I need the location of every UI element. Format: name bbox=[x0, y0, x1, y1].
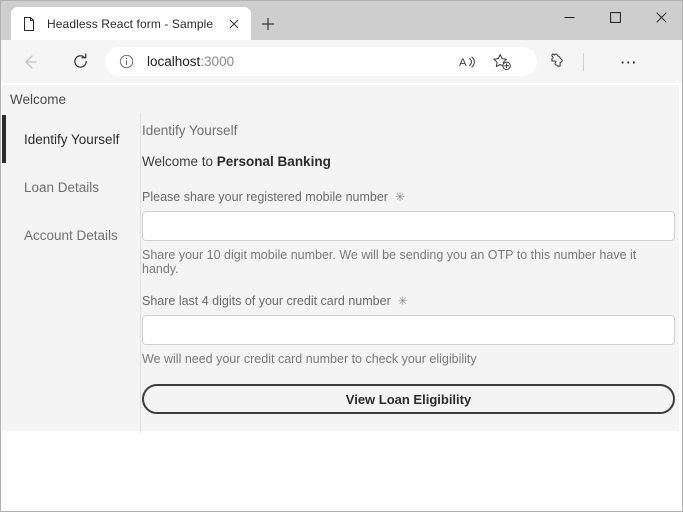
tab-title: Headless React form - Sample bbox=[47, 16, 214, 31]
maximize-button[interactable] bbox=[592, 1, 638, 34]
welcome-heading: Welcome to Personal Banking bbox=[142, 154, 675, 169]
svg-text:A: A bbox=[459, 57, 467, 69]
credit-card-label-text: Share last 4 digits of your credit card … bbox=[142, 294, 391, 308]
address-bar-actions: A bbox=[453, 48, 521, 76]
back-button[interactable] bbox=[13, 45, 47, 79]
view-loan-eligibility-button[interactable]: View Loan Eligibility bbox=[142, 384, 675, 414]
page-viewport: Welcome Identify Yourself Loan Details A… bbox=[2, 83, 682, 511]
sidebar-item-label: Loan Details bbox=[24, 179, 100, 195]
refresh-icon bbox=[73, 53, 87, 68]
credit-card-input[interactable] bbox=[142, 315, 675, 345]
tab-strip: Headless React form - Sample bbox=[1, 1, 682, 40]
new-tab-button[interactable] bbox=[255, 11, 281, 37]
step-sidebar: Identify Yourself Loan Details Account D… bbox=[2, 115, 140, 259]
mobile-number-label-text: Please share your registered mobile numb… bbox=[142, 190, 388, 204]
step-heading: Identify Yourself bbox=[142, 123, 238, 138]
page-title: Welcome bbox=[10, 92, 67, 107]
sidebar-item-account-details[interactable]: Account Details bbox=[2, 211, 140, 259]
required-marker-icon: ✳ bbox=[394, 190, 406, 204]
browser-essentials-icon[interactable] bbox=[541, 48, 571, 76]
toolbar-divider bbox=[583, 53, 584, 71]
site-info-icon[interactable] bbox=[117, 53, 135, 71]
window-controls bbox=[546, 1, 682, 40]
sidebar-item-label: Account Details bbox=[24, 227, 118, 243]
browser-window: Headless React form - Sample localhost:3… bbox=[0, 0, 683, 512]
settings-and-more-button[interactable]: ⋯ bbox=[614, 48, 644, 76]
credit-card-field-group: Share last 4 digits of your credit card … bbox=[142, 294, 675, 366]
toolbar-right-actions: ⋯ bbox=[541, 48, 644, 76]
minimize-button[interactable] bbox=[546, 1, 592, 34]
arrow-left-icon bbox=[25, 54, 37, 69]
url-port: :3000 bbox=[200, 54, 235, 69]
form-card: Welcome Identify Yourself Loan Details A… bbox=[2, 85, 679, 433]
sidebar-item-loan-details[interactable]: Loan Details bbox=[2, 163, 140, 211]
credit-card-help-text: We will need your credit card number to … bbox=[142, 352, 477, 366]
mobile-number-field-group: Please share your registered mobile numb… bbox=[142, 190, 675, 276]
maximize-icon bbox=[609, 12, 621, 23]
plus-icon bbox=[262, 18, 274, 30]
minimize-icon bbox=[564, 17, 574, 18]
form-panel: Identify Yourself Welcome to Personal Ba… bbox=[142, 123, 675, 414]
mobile-number-input[interactable] bbox=[142, 211, 675, 241]
brand-name: Personal Banking bbox=[216, 154, 331, 169]
url-host: localhost bbox=[147, 54, 201, 69]
mobile-number-label: Please share your registered mobile numb… bbox=[142, 190, 675, 204]
close-tab-icon[interactable] bbox=[225, 15, 243, 33]
close-window-button[interactable] bbox=[638, 1, 682, 34]
read-aloud-icon[interactable]: A bbox=[453, 48, 483, 76]
sidebar-item-label: Identify Yourself bbox=[24, 131, 120, 147]
address-bar-url[interactable]: localhost:3000 bbox=[147, 54, 234, 69]
required-marker-icon: ✳ bbox=[397, 294, 408, 308]
reload-button[interactable] bbox=[63, 45, 97, 79]
browser-tab[interactable]: Headless React form - Sample bbox=[11, 7, 251, 40]
sidebar-divider bbox=[140, 113, 141, 433]
mobile-number-help-text: Share your 10 digit mobile number. We wi… bbox=[142, 248, 637, 276]
page-icon bbox=[21, 16, 37, 32]
sidebar-item-identify-yourself[interactable]: Identify Yourself bbox=[2, 115, 140, 163]
welcome-prefix: Welcome to bbox=[142, 154, 217, 169]
add-favorite-icon[interactable] bbox=[487, 48, 517, 76]
close-icon bbox=[655, 12, 667, 23]
credit-card-label: Share last 4 digits of your credit card … bbox=[142, 294, 675, 308]
